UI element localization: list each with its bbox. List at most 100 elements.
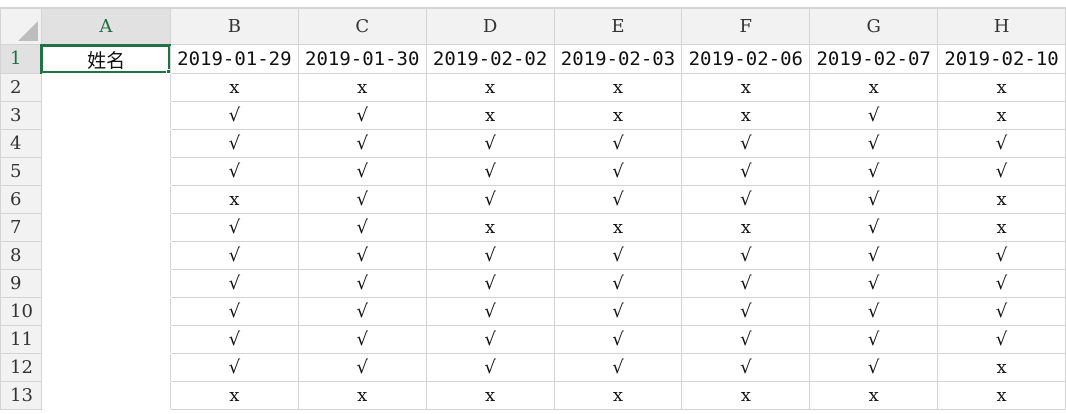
attendance-cell[interactable]: x [169, 72, 299, 102]
cell-a1[interactable]: 姓名 [40, 44, 171, 74]
attendance-cell[interactable]: √ [425, 128, 555, 158]
row-header-13[interactable]: 13 [0, 380, 42, 410]
attendance-cell[interactable]: x [553, 100, 683, 130]
attendance-cell[interactable]: √ [809, 324, 939, 354]
row-header-5[interactable]: 5 [0, 156, 42, 186]
date-header-cell[interactable]: 2019-01-29 [169, 44, 299, 74]
name-cell[interactable] [40, 352, 171, 382]
name-cell[interactable] [40, 184, 171, 214]
attendance-cell[interactable]: x [937, 184, 1066, 214]
attendance-cell[interactable]: x [169, 184, 299, 214]
attendance-cell[interactable]: √ [169, 296, 299, 326]
date-header-cell[interactable]: 2019-02-03 [553, 44, 683, 74]
column-header-a[interactable]: A [40, 8, 171, 46]
attendance-cell[interactable]: √ [809, 184, 939, 214]
name-cell[interactable] [40, 296, 171, 326]
attendance-cell[interactable]: √ [297, 184, 427, 214]
attendance-cell[interactable]: x [809, 72, 939, 102]
attendance-cell[interactable]: √ [297, 212, 427, 242]
attendance-cell[interactable]: √ [553, 324, 683, 354]
attendance-cell[interactable]: √ [425, 156, 555, 186]
attendance-cell[interactable]: √ [937, 268, 1066, 298]
attendance-cell[interactable]: √ [297, 324, 427, 354]
attendance-cell[interactable]: √ [169, 324, 299, 354]
attendance-cell[interactable]: x [425, 72, 555, 102]
attendance-cell[interactable]: √ [681, 324, 811, 354]
attendance-cell[interactable]: √ [937, 324, 1066, 354]
attendance-cell[interactable]: x [681, 380, 811, 410]
attendance-cell[interactable]: x [553, 72, 683, 102]
row-header-10[interactable]: 10 [0, 296, 42, 326]
attendance-cell[interactable]: √ [297, 100, 427, 130]
attendance-cell[interactable]: √ [681, 268, 811, 298]
spreadsheet-grid[interactable]: A B C D E F G H 1 姓名 2019-01-29 2019-01-30 2019-02-0… [0, 8, 1066, 410]
column-header-g[interactable]: G [809, 8, 939, 45]
column-header-d[interactable]: D [425, 8, 555, 45]
date-header-cell[interactable]: 2019-02-02 [425, 44, 555, 74]
date-header-cell[interactable]: 2019-02-07 [809, 44, 939, 74]
attendance-cell[interactable]: √ [681, 156, 811, 186]
name-cell[interactable] [40, 240, 171, 270]
name-cell[interactable] [40, 380, 171, 410]
row-header-6[interactable]: 6 [0, 184, 42, 214]
attendance-cell[interactable]: √ [553, 184, 683, 214]
attendance-cell[interactable]: √ [425, 268, 555, 298]
attendance-cell[interactable]: √ [297, 296, 427, 326]
attendance-cell[interactable]: √ [553, 128, 683, 158]
attendance-cell[interactable]: x [937, 100, 1066, 130]
attendance-cell[interactable]: √ [169, 100, 299, 130]
attendance-cell[interactable]: √ [553, 240, 683, 270]
attendance-cell[interactable]: √ [169, 352, 299, 382]
row-header-4[interactable]: 4 [0, 128, 42, 158]
attendance-cell[interactable]: √ [169, 240, 299, 270]
column-header-e[interactable]: E [553, 8, 683, 45]
attendance-cell[interactable]: x [937, 380, 1066, 410]
attendance-cell[interactable]: √ [553, 352, 683, 382]
row-header-7[interactable]: 7 [0, 212, 42, 242]
attendance-cell[interactable]: x [425, 212, 555, 242]
date-header-cell[interactable]: 2019-01-30 [297, 44, 427, 74]
row-header-2[interactable]: 2 [0, 72, 42, 102]
attendance-cell[interactable]: √ [553, 156, 683, 186]
row-header-8[interactable]: 8 [0, 240, 42, 270]
name-cell[interactable] [40, 324, 171, 354]
attendance-cell[interactable]: x [553, 212, 683, 242]
attendance-cell[interactable]: x [809, 380, 939, 410]
attendance-cell[interactable]: x [425, 380, 555, 410]
fill-handle[interactable] [165, 68, 170, 73]
name-cell[interactable] [40, 212, 171, 242]
name-cell[interactable] [40, 100, 171, 130]
name-cell[interactable] [40, 128, 171, 158]
attendance-cell[interactable]: √ [681, 240, 811, 270]
attendance-cell[interactable]: x [937, 212, 1066, 242]
attendance-cell[interactable]: √ [169, 268, 299, 298]
attendance-cell[interactable]: √ [425, 352, 555, 382]
attendance-cell[interactable]: x [681, 100, 811, 130]
date-header-cell[interactable]: 2019-02-10 [937, 44, 1066, 74]
attendance-cell[interactable]: √ [809, 156, 939, 186]
attendance-cell[interactable]: x [681, 72, 811, 102]
attendance-cell[interactable]: √ [297, 128, 427, 158]
attendance-cell[interactable]: √ [937, 156, 1066, 186]
row-header-11[interactable]: 11 [0, 324, 42, 354]
attendance-cell[interactable]: √ [809, 212, 939, 242]
date-header-cell[interactable]: 2019-02-06 [681, 44, 811, 74]
row-header-3[interactable]: 3 [0, 100, 42, 130]
attendance-cell[interactable]: √ [809, 296, 939, 326]
attendance-cell[interactable]: √ [809, 240, 939, 270]
attendance-cell[interactable]: x [937, 352, 1066, 382]
attendance-cell[interactable]: √ [681, 352, 811, 382]
attendance-cell[interactable]: x [681, 212, 811, 242]
row-header-1[interactable]: 1 [0, 44, 43, 74]
attendance-cell[interactable]: √ [553, 268, 683, 298]
attendance-cell[interactable]: √ [425, 184, 555, 214]
row-header-12[interactable]: 12 [0, 352, 42, 382]
column-header-h[interactable]: H [937, 8, 1066, 45]
attendance-cell[interactable]: x [937, 72, 1066, 102]
row-header-9[interactable]: 9 [0, 268, 42, 298]
attendance-cell[interactable]: √ [425, 240, 555, 270]
attendance-cell[interactable]: √ [937, 128, 1066, 158]
attendance-cell[interactable]: x [297, 72, 427, 102]
attendance-cell[interactable]: √ [169, 156, 299, 186]
attendance-cell[interactable]: √ [297, 352, 427, 382]
